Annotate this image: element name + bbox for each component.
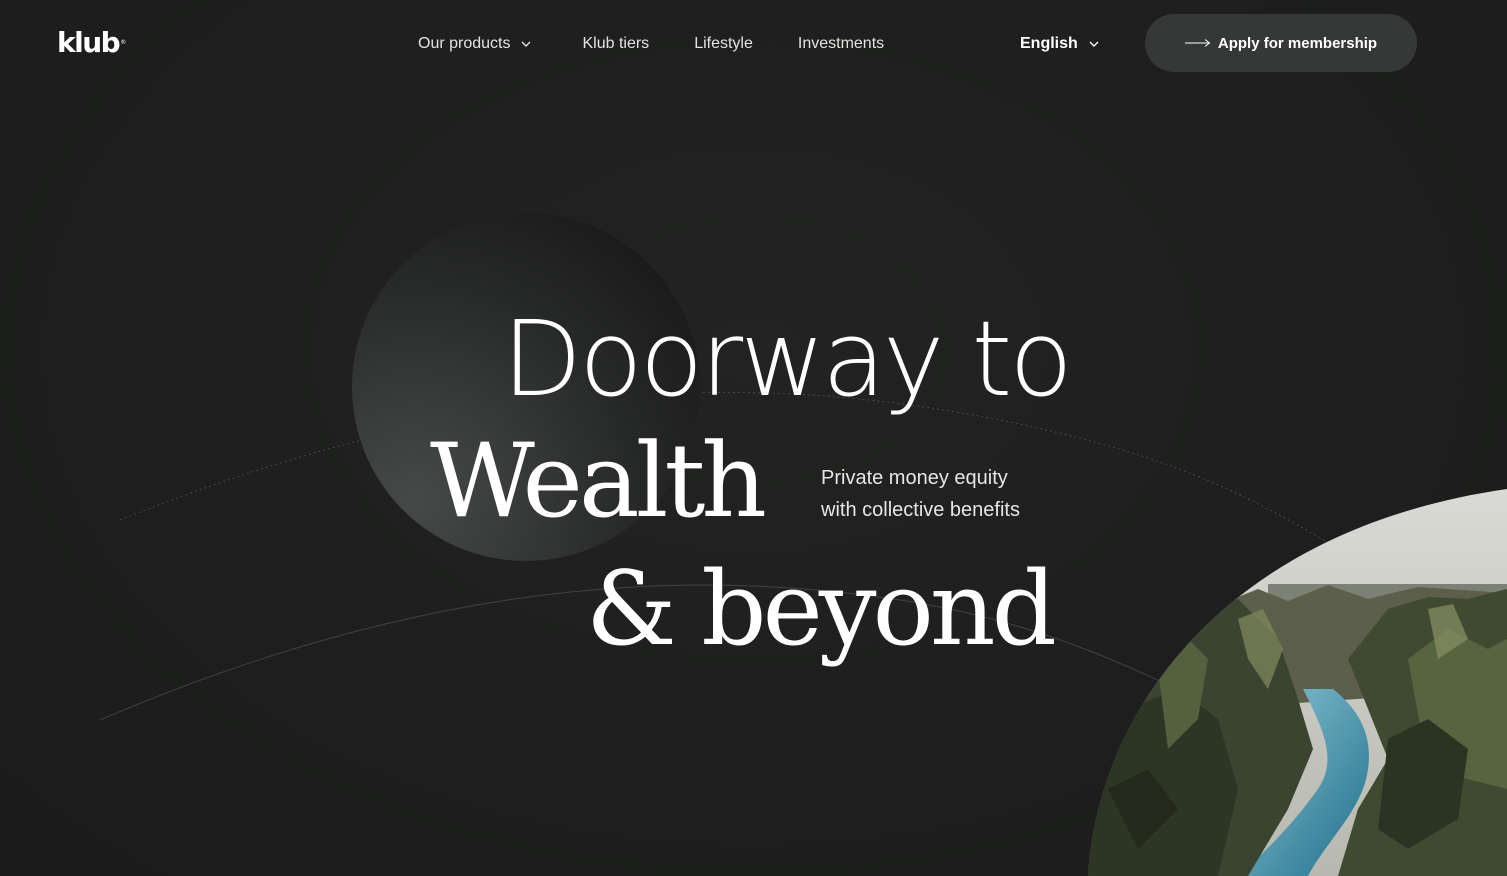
page: klub® Our products Klub tiers Lifestyle … bbox=[0, 0, 1507, 876]
klub-logo[interactable]: klub® bbox=[57, 26, 126, 59]
tagline-line-2: with collective benefits bbox=[821, 499, 1020, 521]
language-selector[interactable]: English bbox=[1020, 33, 1100, 55]
hero-heading-line-2: Wealth bbox=[430, 422, 767, 541]
chevron-down-icon bbox=[521, 41, 531, 47]
logo-mark: ® bbox=[120, 39, 126, 46]
hero-heading-line-1: Doorway to bbox=[502, 298, 1073, 420]
language-label: English bbox=[1020, 35, 1078, 52]
nav-item-lifestyle[interactable]: Lifestyle bbox=[694, 35, 753, 53]
tagline-line-1: Private money equity bbox=[821, 467, 1008, 489]
canyon-landscape-image bbox=[1088, 489, 1507, 876]
hero-heading-line-3: & beyond bbox=[586, 550, 1057, 669]
nav-item-klub-tiers[interactable]: Klub tiers bbox=[582, 35, 649, 53]
arrow-right-icon bbox=[1184, 39, 1211, 47]
nav-item-label: Lifestyle bbox=[694, 35, 753, 52]
nav-item-label: Investments bbox=[797, 35, 885, 52]
chevron-down-icon bbox=[1089, 41, 1099, 47]
nav-item-label: Klub tiers bbox=[582, 35, 650, 52]
logo-text: klub bbox=[57, 26, 121, 59]
main-nav: Our products Klub tiers Lifestyle Invest… bbox=[418, 33, 884, 55]
nav-item-investments[interactable]: Investments bbox=[798, 35, 884, 53]
apply-for-membership-button[interactable]: Apply for membership bbox=[1145, 14, 1417, 72]
hero-tagline: Private money equity with collective ben… bbox=[821, 462, 1081, 526]
apply-button-label: Apply for membership bbox=[1217, 34, 1378, 52]
nav-item-our-products[interactable]: Our products bbox=[418, 35, 532, 53]
nav-item-label: Our products bbox=[418, 35, 511, 52]
